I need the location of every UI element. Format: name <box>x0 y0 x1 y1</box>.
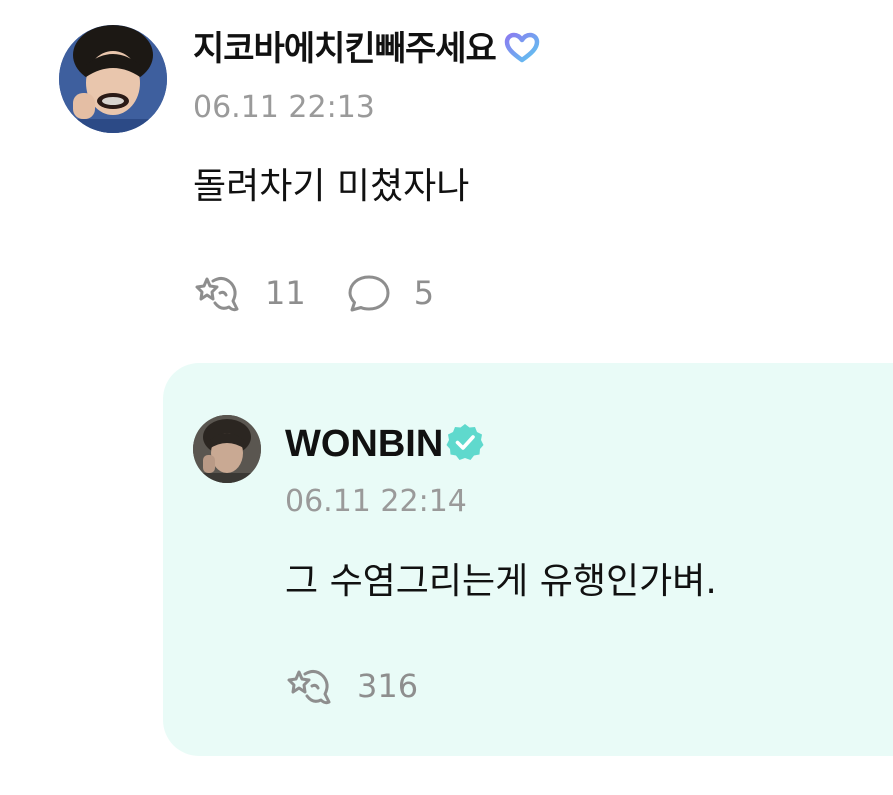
comment-count: 5 <box>413 274 435 312</box>
post-actions: 11 5 <box>193 270 474 316</box>
post-timestamp: 06.11 22:13 <box>193 90 375 125</box>
avatar-image <box>193 415 261 483</box>
avatar[interactable] <box>59 25 167 133</box>
reply-author[interactable]: WONBIN <box>285 421 485 467</box>
like-count: 11 <box>265 274 306 312</box>
speech-bubble-icon <box>348 275 390 312</box>
cheer-hand-icon <box>287 669 331 705</box>
verified-check-icon <box>445 422 485 462</box>
like-count: 316 <box>357 667 419 705</box>
like-button[interactable]: 316 <box>285 664 418 708</box>
fan-post: 지코바에치킨빼주세요 06.11 22:13 돌려차기 미쳤자나 11 5 <box>0 0 893 350</box>
reply-avatar[interactable] <box>193 415 261 483</box>
post-author[interactable]: 지코바에치킨빼주세요 <box>193 26 540 72</box>
reply-timestamp: 06.11 22:14 <box>285 484 467 519</box>
reply-text: 그 수염그리는게 유행인가벼. <box>285 561 717 602</box>
comment-button[interactable]: 5 <box>346 272 434 314</box>
like-button[interactable]: 11 <box>193 271 306 315</box>
artist-reply: WONBIN 06.11 22:14 그 수염그리는게 유행인가벼. 316 <box>163 363 893 756</box>
cheer-hand-icon <box>195 276 239 312</box>
reply-actions: 316 <box>285 663 458 709</box>
heart-membership-icon <box>504 30 540 63</box>
post-text: 돌려차기 미쳤자나 <box>193 166 470 207</box>
avatar-image <box>59 25 167 133</box>
